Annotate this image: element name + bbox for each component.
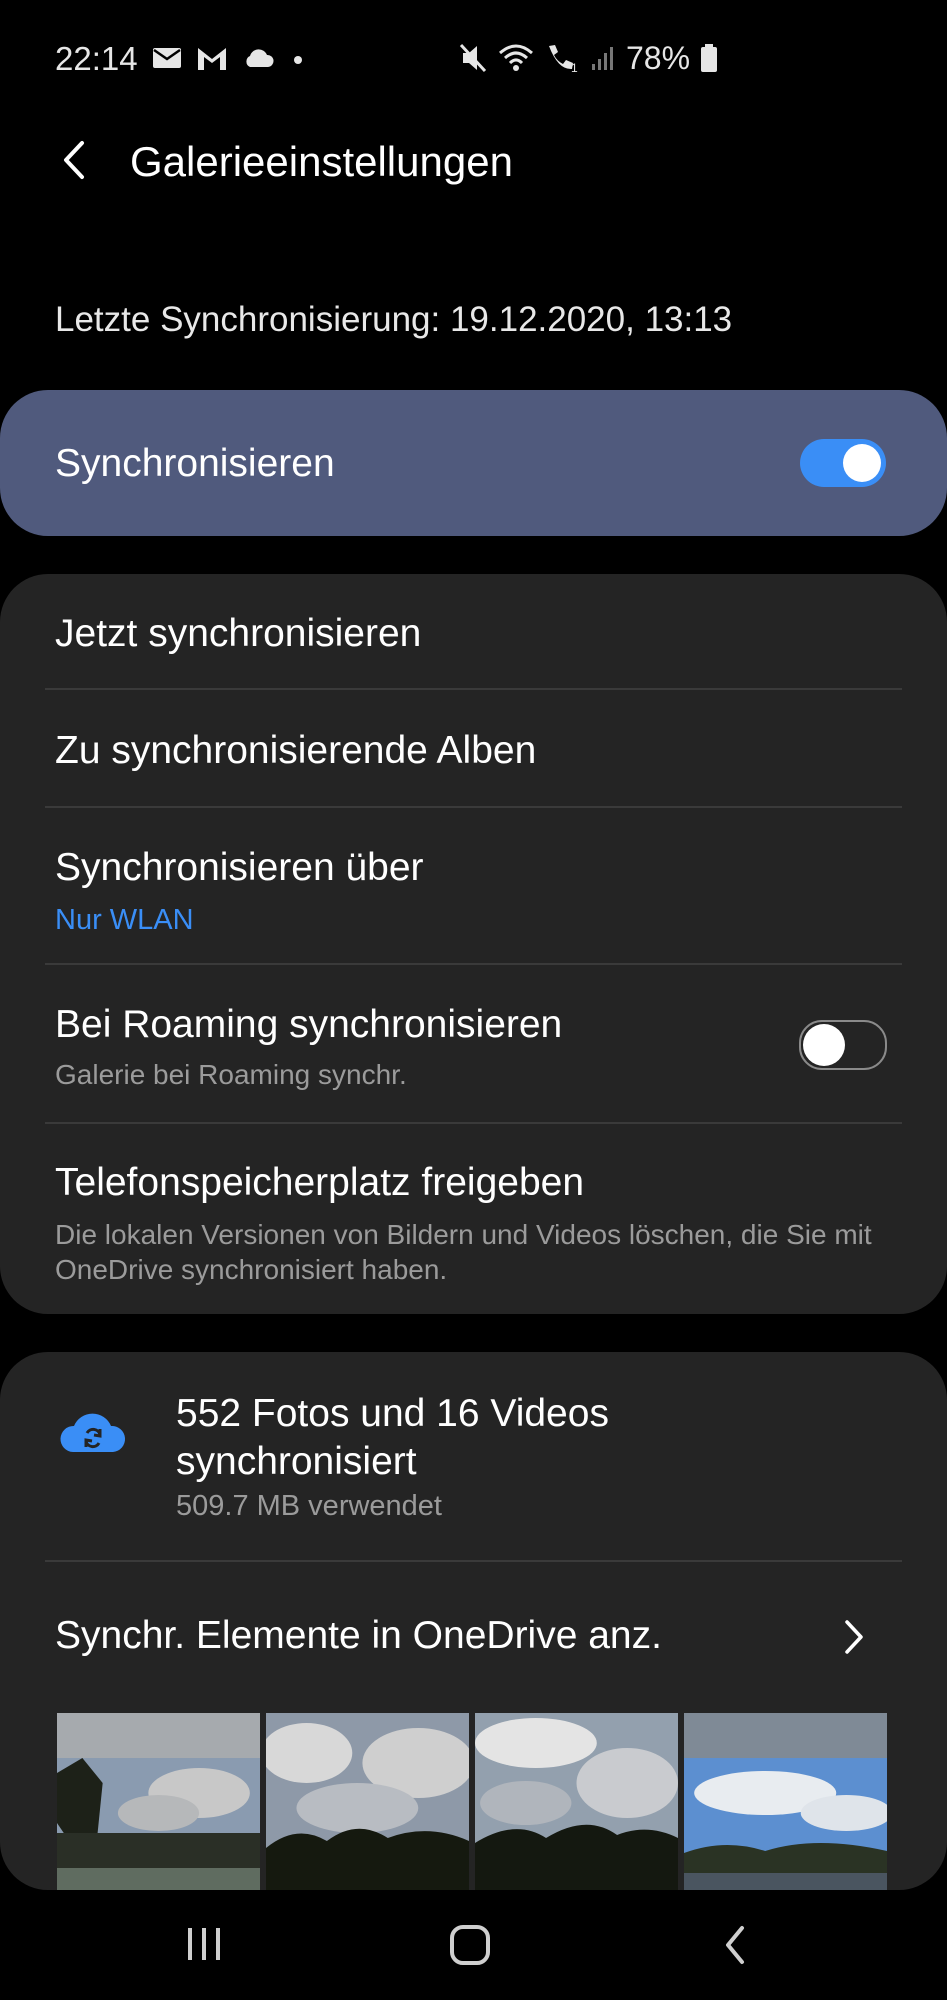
wifi-icon <box>499 44 533 71</box>
cloud-sync-icon <box>60 1413 126 1452</box>
dot-icon <box>294 56 302 64</box>
thumbnail[interactable] <box>684 1713 887 1890</box>
divider <box>45 1122 902 1124</box>
onedrive-usage: 509.7 MB verwendet <box>176 1490 442 1522</box>
sync-switch[interactable] <box>800 439 886 487</box>
divider <box>45 1560 902 1562</box>
chevron-right-icon[interactable] <box>842 1618 866 1656</box>
switch-knob <box>803 1024 845 1066</box>
battery-percent: 78% <box>626 39 691 76</box>
divider <box>45 806 902 808</box>
sync-now-item[interactable]: Jetzt synchronisieren <box>55 612 421 656</box>
albums-item[interactable]: Zu synchronisierende Alben <box>55 729 536 773</box>
divider <box>45 688 902 690</box>
roaming-title: Bei Roaming synchronisieren <box>55 1003 563 1046</box>
roaming-switch[interactable] <box>799 1020 887 1070</box>
signal-icon <box>592 47 613 70</box>
back-button[interactable] <box>42 128 106 192</box>
navigation-bar <box>0 1890 947 2000</box>
sync-via-title: Synchronisieren über <box>55 846 424 889</box>
free-space-title: Telefonspeicherplatz freigeben <box>55 1161 585 1204</box>
onedrive-summary: 552 Fotos und 16 Videos synchronisiert <box>176 1392 609 1483</box>
divider <box>45 963 902 965</box>
thumbnail-strip <box>57 1713 887 1890</box>
cloud-icon <box>246 49 274 67</box>
roaming-subtitle: Galerie bei Roaming synchr. <box>55 1059 407 1090</box>
free-space-item[interactable]: Telefonspeicherplatz freigeben Die lokal… <box>55 1161 895 1287</box>
recent-apps-icon[interactable] <box>184 1924 224 1964</box>
roaming-item[interactable]: Bei Roaming synchronisieren Galerie bei … <box>55 1003 755 1092</box>
thumbnail[interactable] <box>57 1713 260 1890</box>
thumbnail[interactable] <box>475 1713 678 1890</box>
system-icons: 1 78% <box>458 38 718 78</box>
wifi-call-icon: 1 <box>549 45 578 74</box>
view-onedrive-items-link[interactable]: Synchr. Elemente in OneDrive anz. <box>55 1614 662 1658</box>
thumbnail[interactable] <box>266 1713 469 1890</box>
free-space-subtitle: Die lokalen Versionen von Bildern und Vi… <box>55 1219 872 1285</box>
last-sync-text: Letzte Synchronisierung: 19.12.2020, 13:… <box>55 300 733 339</box>
page-title: Galerieeinstellungen <box>130 138 513 185</box>
switch-knob <box>843 444 881 482</box>
home-icon[interactable] <box>449 1924 491 1966</box>
sync-label: Synchronisieren <box>55 442 335 485</box>
battery-icon <box>701 44 718 72</box>
sync-via-value: Nur WLAN <box>55 904 194 936</box>
status-time: 22:14 <box>55 40 138 77</box>
sync-via-item[interactable]: Synchronisieren über Nur WLAN <box>55 846 885 937</box>
mail-icon <box>153 48 181 68</box>
notification-icons <box>152 38 308 78</box>
mute-icon <box>459 43 487 73</box>
back-nav-icon[interactable] <box>722 1924 748 1966</box>
svg-text:1: 1 <box>571 61 578 74</box>
chevron-left-icon <box>64 141 84 179</box>
status-bar: 22:14 1 78% <box>0 0 947 118</box>
gmail-icon <box>198 48 226 70</box>
